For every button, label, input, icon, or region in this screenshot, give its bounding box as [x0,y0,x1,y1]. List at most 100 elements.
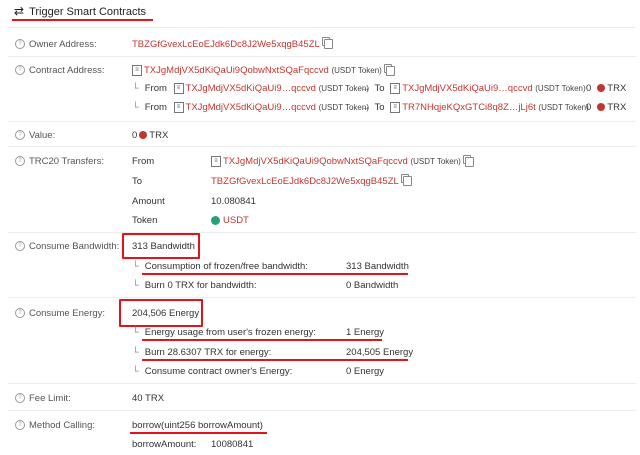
value-unit: TRX [149,130,169,141]
to-label: To [374,83,385,95]
from-label: From [144,83,167,95]
internal-transfer-row: └ From ≡ TXJgMdjVX5dKiQaUi9…qccvd (USDT To… [132,102,369,113]
usdt-token-link[interactable]: USDT [223,215,249,226]
help-icon[interactable]: ? [15,241,25,252]
arrow-right-icon: → [361,83,371,95]
annotation-underline-title [12,19,153,21]
to-label: To [374,102,385,114]
owner-address-link[interactable]: TBZGfGvexLcEoEJdk6Dc8J2We5xqgB45ZL [132,39,320,50]
token-tag: (USDT Token) [410,157,461,167]
divider [8,383,636,384]
trx-icon [597,103,606,112]
to-address-link[interactable]: TR7NHqjeKQxGTCi8q8Z…jLj6t [402,102,536,113]
trc20-to-link[interactable]: TBZGfGvexLcEoEJdk6Dc8J2We5xqgB45ZL [211,176,399,187]
bandwidth-row-value: 313 Bandwidth [346,261,409,272]
trx-icon [139,131,148,140]
bandwidth-row: └ Burn 0 TRX for bandwidth: [132,280,257,291]
contract-icon: ≡ [390,83,401,94]
bandwidth-row-label: Burn 0 TRX for bandwidth: [144,280,257,291]
internal-transfer-amount: 0 TRX [586,102,626,113]
divider [8,27,636,28]
owner-address-label: ? Owner Address: [15,39,97,50]
value-number: 0 [132,130,138,141]
bandwidth-row-label: Consumption of frozen/free bandwidth: [144,261,308,272]
tree-connector: └ [132,102,139,114]
internal-transfer-to: → To ≡ TR7NHqjeKQxGTCi8q8Z…jLj6t (USDT Tok… [361,102,589,113]
annotation-underline [142,339,382,341]
copy-icon[interactable] [321,37,333,50]
help-icon[interactable]: ? [15,39,25,50]
copy-icon[interactable] [462,154,474,167]
help-icon[interactable]: ? [15,65,25,76]
tree-connector: └ [132,327,139,338]
contract-address-label: ? Contract Address: [15,65,105,76]
tree-connector: └ [132,347,139,358]
fee-limit-label: ? Fee Limit: [15,393,71,404]
trc20-amount-value: 10.080841 [211,196,256,207]
energy-row-value: 0 Energy [346,366,385,377]
divider [8,410,636,411]
token-tag: (USDT Token) [538,103,589,113]
energy-row: └ Burn 28.6307 TRX for energy: [132,347,271,358]
amount-value: 0 [586,102,592,113]
consume-energy-label: ? Consume Energy: [15,308,105,319]
method-signature: borrow(uint256 borrowAmount) [132,420,263,431]
trc20-to-value: TBZGfGvexLcEoEJdk6Dc8J2We5xqgB45ZL [211,174,412,187]
help-icon[interactable]: ? [15,308,25,319]
internal-transfer-to: → To ≡ TXJgMdjVX5dKiQaUi9…qccvd (USDT Toke… [361,83,586,94]
energy-row: └ Energy usage from user's frozen energy: [132,327,316,338]
copy-icon[interactable] [383,63,395,76]
fee-limit-value: 40 TRX [132,393,165,404]
copy-icon[interactable] [400,174,412,187]
usdt-icon [211,215,220,225]
help-icon[interactable]: ? [15,130,25,141]
contract-address-link[interactable]: TXJgMdjVX5dKiQaUi9QobwNxtSQaFqccvd [144,65,329,76]
divider [8,232,636,233]
section-title: Trigger Smart Contracts [29,6,147,18]
param-value: 10080841 [211,439,254,450]
trc20-amount-label: Amount [132,196,165,207]
internal-transfer-row: └ From ≡ TXJgMdjVX5dKiQaUi9…qccvd (USDT To… [132,83,369,94]
section-header: ⇄ Trigger Smart Contracts [14,4,146,18]
help-icon[interactable]: ? [15,420,25,431]
internal-transfer-amount: 0 TRX [586,83,626,94]
trc20-from-label: From [132,156,155,167]
unit: TRX [607,83,627,94]
trc20-from-link[interactable]: TXJgMdjVX5dKiQaUi9QobwNxtSQaFqccvd [223,156,408,167]
trx-icon [597,84,606,93]
help-icon[interactable]: ? [15,156,25,167]
energy-row-value: 204,505 Energy [346,347,414,358]
from-label: From [144,102,167,114]
contract-address-value: ≡ TXJgMdjVX5dKiQaUi9QobwNxtSQaFqccvd (USD… [132,63,395,76]
tree-connector: └ [132,280,139,291]
contract-icon: ≡ [173,83,184,94]
from-address-link[interactable]: TXJgMdjVX5dKiQaUi9…qccvd [186,83,316,94]
trc20-transfers-label: ? TRC20 Transfers: [15,156,104,167]
to-address-link[interactable]: TXJgMdjVX5dKiQaUi9…qccvd [402,83,532,94]
swap-arrows-icon: ⇄ [14,4,25,18]
contract-icon: ≡ [390,102,401,113]
trc20-token-label: Token [132,215,158,226]
value-label: ? Value: [15,130,55,141]
from-address-link[interactable]: TXJgMdjVX5dKiQaUi9…qccvd [186,102,316,113]
param-name: borrowAmount: [132,439,197,450]
token-tag: (USDT Token) [331,66,382,76]
contract-icon: ≡ [132,65,142,76]
help-icon[interactable]: ? [15,393,25,404]
arrow-right-icon: → [361,102,371,114]
value-amount: 0 TRX [132,130,168,141]
energy-row-label: Energy usage from user's frozen energy: [144,327,317,338]
energy-row-label: Burn 28.6307 TRX for energy: [144,347,272,358]
energy-row-label: Consume contract owner's Energy: [144,366,293,377]
method-calling-label: ? Method Calling: [15,420,95,431]
divider [8,121,636,122]
unit: TRX [607,102,627,113]
bandwidth-row: └ Consumption of frozen/free bandwidth: [132,261,308,272]
annotation-underline [130,432,267,434]
contract-icon: ≡ [173,102,184,113]
tree-connector: └ [132,366,139,377]
tree-connector: └ [132,83,139,95]
bandwidth-row-value: 0 Bandwidth [346,280,399,291]
annotation-underline [142,273,408,275]
tree-connector: └ [132,261,139,272]
